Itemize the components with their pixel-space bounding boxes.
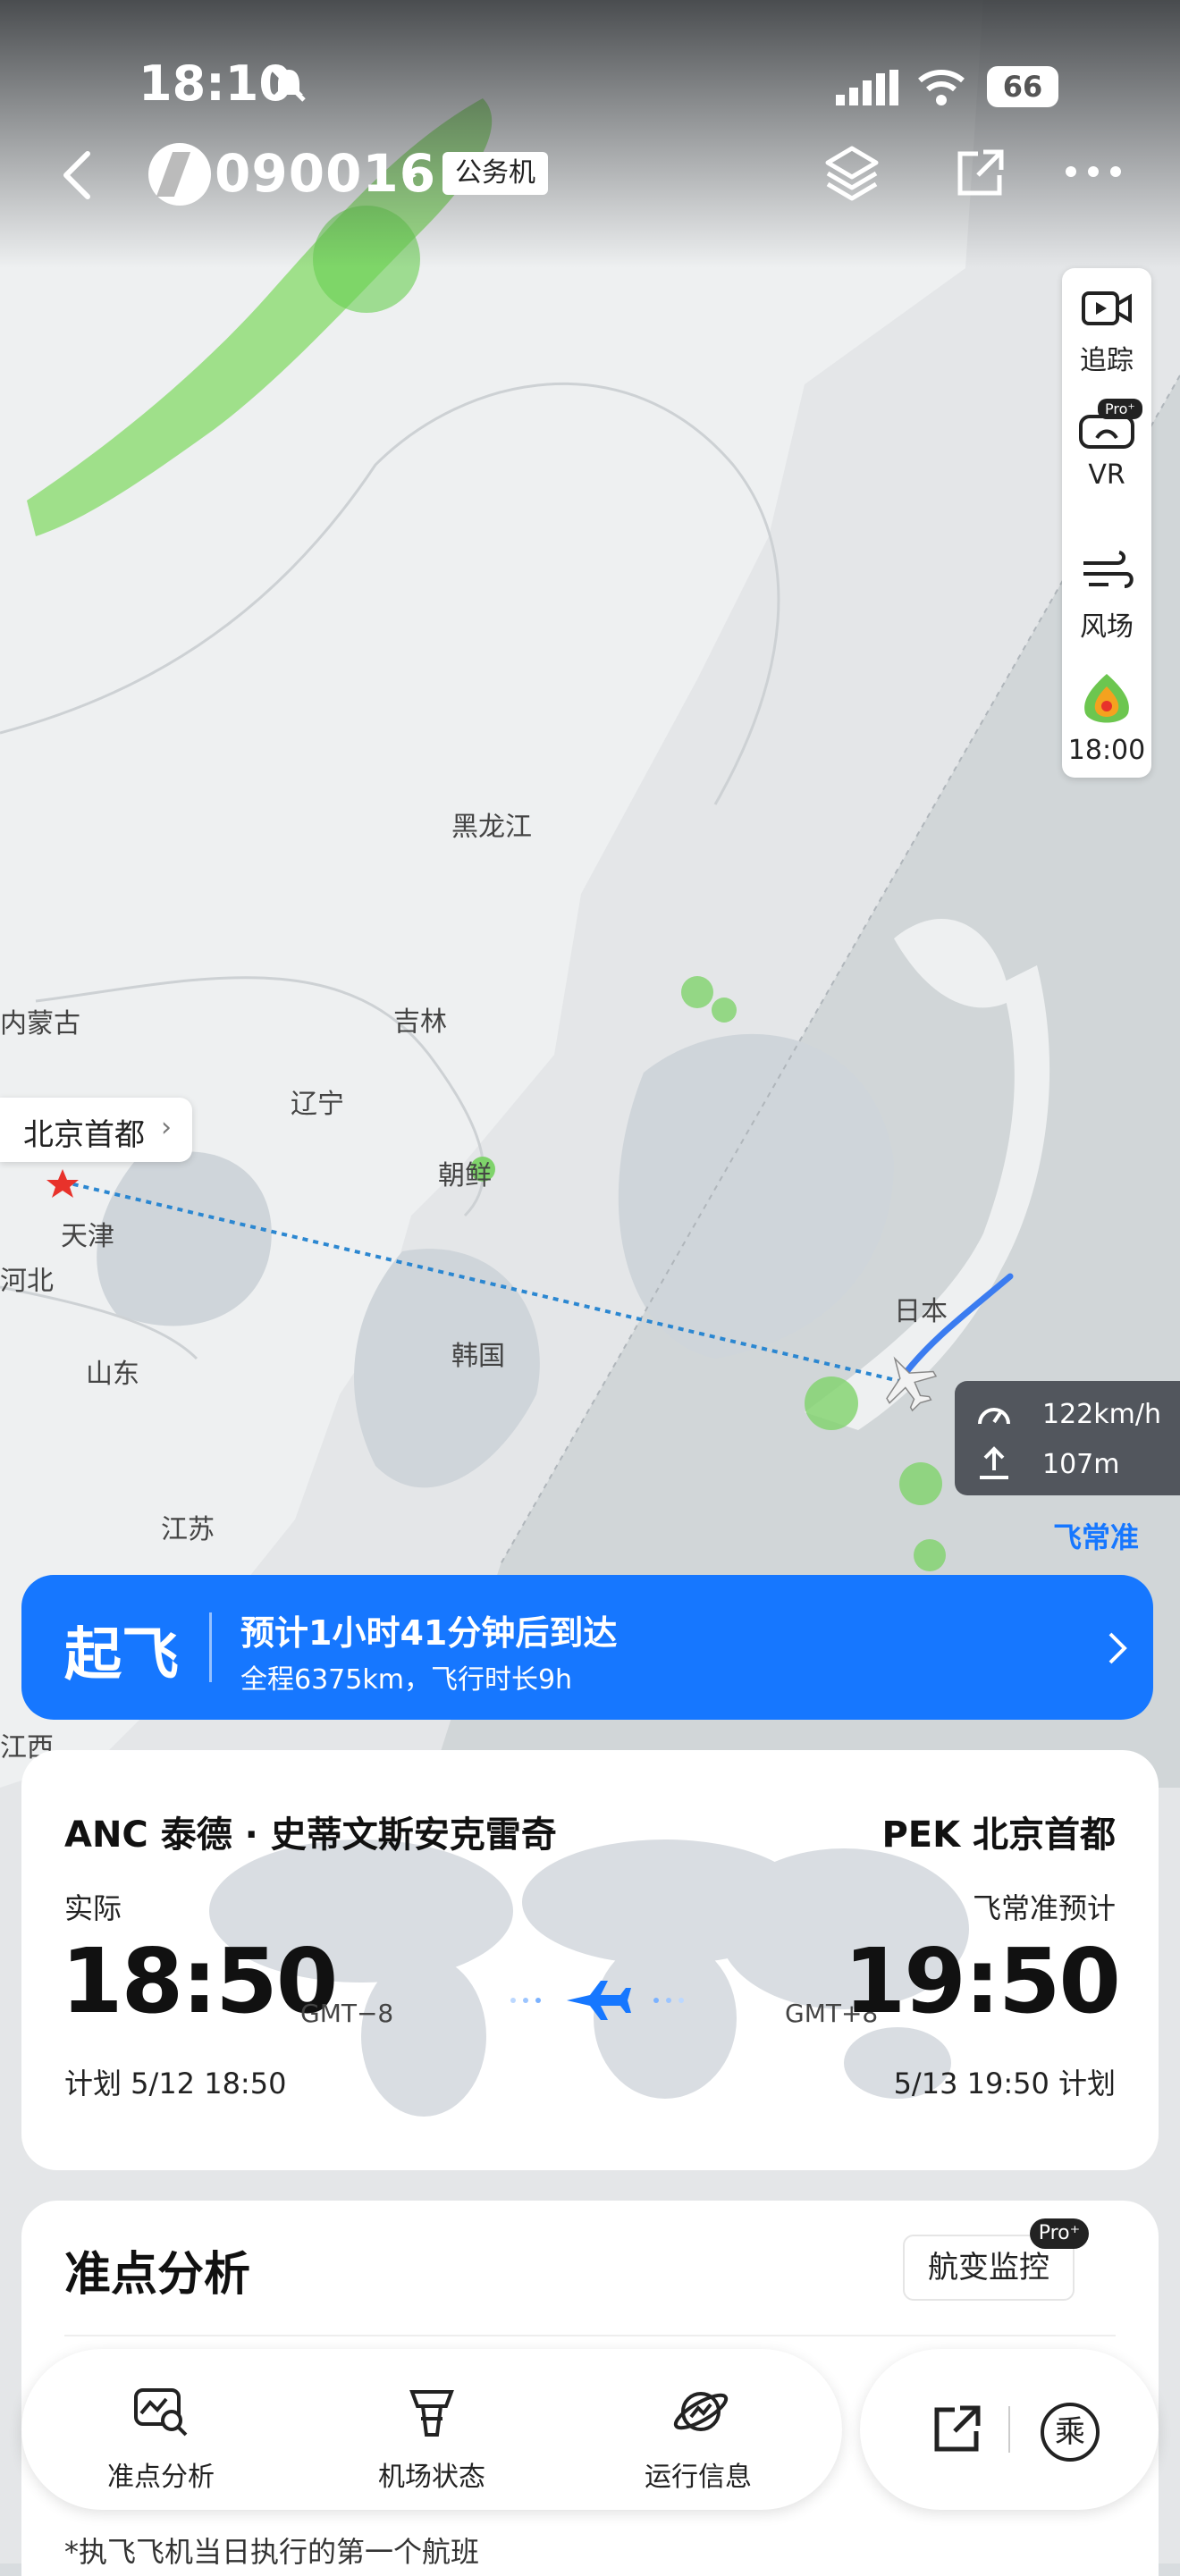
back-icon[interactable] xyxy=(54,148,107,202)
ground-speed: 122km/h xyxy=(1042,1399,1161,1430)
region-label-tianjin: 天津 xyxy=(61,1221,114,1252)
bottom-tab-bar: 准点分析 机场状态 运行信息 xyxy=(21,2349,842,2510)
altitude: 107m xyxy=(1042,1449,1120,1480)
quick-actions: 乘 xyxy=(860,2349,1159,2510)
departure-time: 18:50 xyxy=(61,1929,338,2033)
control-tower-icon xyxy=(409,2390,454,2437)
vr-label: VR xyxy=(1088,459,1125,491)
flight-state: 起飞 xyxy=(64,1622,179,1688)
chevron-right-icon xyxy=(1108,1632,1127,1664)
flight-number[interactable]: 090016 xyxy=(215,143,436,204)
weather-time-label: 18:00 xyxy=(1067,735,1146,766)
region-label-jiangsu: 江苏 xyxy=(161,1514,215,1545)
speedometer-icon xyxy=(978,1408,1010,1425)
analysis-icon xyxy=(134,2388,188,2437)
tab-label: 运行信息 xyxy=(645,2462,752,2493)
track-button[interactable]: 追踪 xyxy=(1062,286,1151,377)
weather-radar-icon xyxy=(1084,674,1129,723)
departure-time-type: 实际 xyxy=(64,1891,122,1925)
origin-airport-label[interactable]: 北京首都 › xyxy=(0,1098,192,1162)
arrival-airport[interactable]: PEK 北京首都 xyxy=(881,1806,1116,1857)
layers-icon[interactable] xyxy=(822,143,881,206)
tab-label: 机场状态 xyxy=(378,2462,485,2493)
arrival-plan: 5/13 19:50 计划 xyxy=(893,2067,1116,2100)
flight-telemetry: 122km/h 107m xyxy=(955,1381,1180,1495)
departure-plan: 计划 5/12 18:50 xyxy=(64,2067,287,2100)
arrival-time: 19:50 xyxy=(843,1929,1121,2033)
wind-label: 风场 xyxy=(1080,611,1134,643)
divider xyxy=(1008,2406,1010,2453)
tab-label: 准点分析 xyxy=(107,2462,215,2493)
chevron-right-icon: ▸ xyxy=(404,159,417,189)
pro-badge: Pro⁺ xyxy=(1030,2218,1089,2249)
divider xyxy=(64,2335,1116,2336)
mute-icon xyxy=(272,68,306,102)
departure-timezone: GMT−8 xyxy=(300,1999,394,2028)
ride-label: 乘 xyxy=(1055,2414,1085,2450)
airline-logo xyxy=(148,143,211,206)
analysis-footnote: *执飞飞机当日执行的第一个航班 xyxy=(64,2535,480,2569)
airplane-icon xyxy=(510,1981,684,2020)
route-summary: 全程6375km，飞行时长9h xyxy=(240,1664,573,1696)
vr-button[interactable]: Pro⁺ VR xyxy=(1062,399,1151,491)
tab-on-time-analysis[interactable]: 准点分析 xyxy=(27,2349,295,2510)
region-label-liaoning: 辽宁 xyxy=(291,1089,344,1120)
vr-pro-badge: Pro⁺ xyxy=(1098,399,1142,419)
altitude-icon xyxy=(980,1446,1008,1479)
weather-button[interactable]: 18:00 xyxy=(1062,670,1151,766)
brand-watermark: 飞常准 xyxy=(1053,1520,1140,1554)
divider xyxy=(209,1612,212,1682)
eta-text: 预计1小时41分钟后到达 xyxy=(240,1613,618,1653)
track-label: 追踪 xyxy=(1080,345,1134,376)
signal-icon xyxy=(836,70,898,105)
region-label-neimenggu: 内蒙古 xyxy=(0,1008,80,1040)
arrival-time-type: 飞常准预计 xyxy=(972,1891,1116,1925)
share-icon[interactable] xyxy=(951,145,1008,202)
region-label-korea-south: 韩国 xyxy=(451,1341,505,1372)
tab-operation-info[interactable]: 运行信息 xyxy=(564,2349,832,2510)
planet-icon xyxy=(673,2392,729,2431)
ride-button[interactable]: 乘 xyxy=(1041,2403,1100,2462)
chevron-right-icon: › xyxy=(161,1112,172,1143)
wifi-icon xyxy=(918,70,965,105)
region-label-shandong: 山东 xyxy=(86,1359,139,1390)
region-label-hebei: 河北 xyxy=(0,1266,54,1297)
share-icon[interactable] xyxy=(930,2403,983,2456)
departure-airport[interactable]: ANC 泰德 · 史蒂文斯安克雷奇 xyxy=(64,1806,557,1857)
more-icon[interactable] xyxy=(1064,161,1123,182)
region-label-japan: 日本 xyxy=(894,1296,948,1327)
aircraft-type-tag: 公务机 xyxy=(442,152,548,195)
analysis-title: 准点分析 xyxy=(64,2248,251,2302)
map-background[interactable] xyxy=(0,0,1180,2563)
battery-level: 66 xyxy=(1002,70,1043,104)
battery-icon: 66 xyxy=(987,66,1058,107)
origin-airport-name: 北京首都 xyxy=(23,1117,145,1153)
wind-icon xyxy=(1083,551,1134,588)
flight-info-card: ANC 泰德 · 史蒂文斯安克雷奇 PEK 北京首都 实际 飞常准预计 18:5… xyxy=(21,1750,1159,2170)
map-tools-panel: 追踪 Pro⁺ VR 风场 18:00 xyxy=(1062,268,1151,778)
video-camera-icon xyxy=(1082,291,1132,325)
flight-status-banner[interactable]: 起飞 预计1小时41分钟后到达 全程6375km，飞行时长9h xyxy=(21,1575,1153,1720)
wind-button[interactable]: 风场 xyxy=(1062,547,1151,644)
region-label-korea-north: 朝鲜 xyxy=(438,1160,492,1191)
top-nav: 090016 ▸ 公务机 xyxy=(0,134,1180,215)
region-label-jilin: 吉林 xyxy=(393,1006,447,1038)
region-label-heilongjiang: 黑龙江 xyxy=(451,812,532,843)
tab-airport-status[interactable]: 机场状态 xyxy=(298,2349,566,2510)
